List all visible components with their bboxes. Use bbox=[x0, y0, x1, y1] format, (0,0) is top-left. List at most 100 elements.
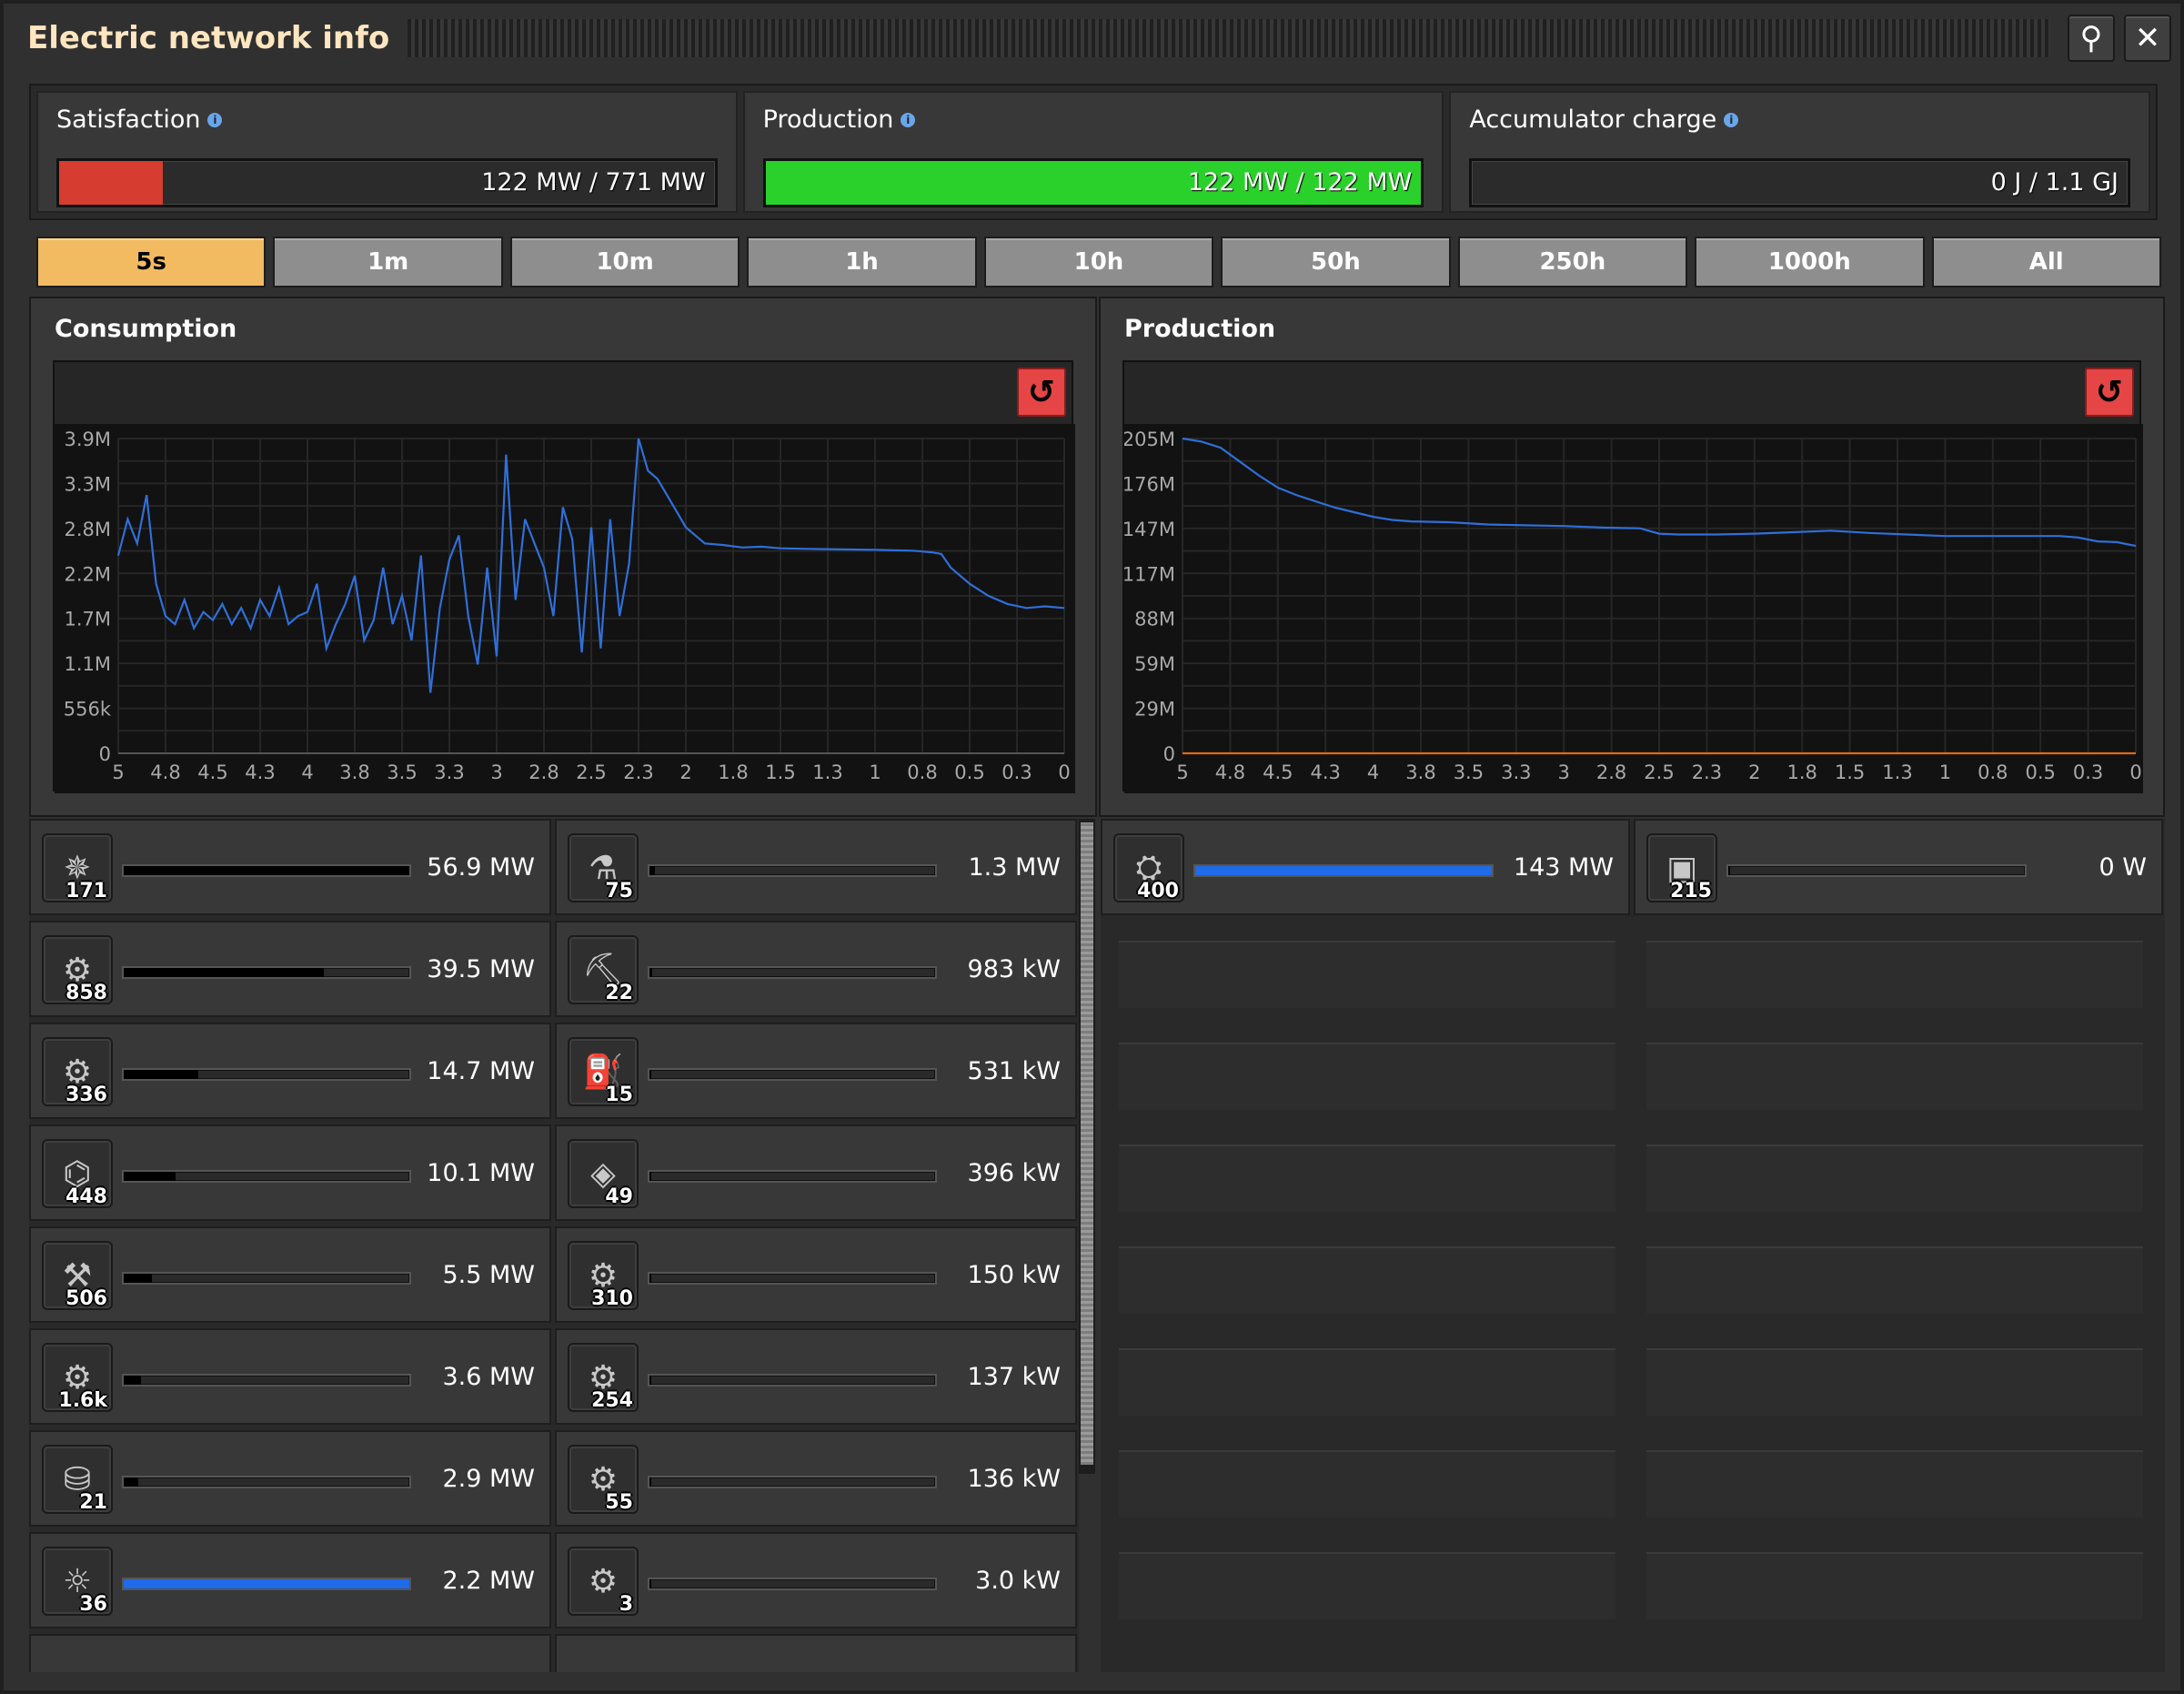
lamp-icon: ☼ 36 bbox=[42, 1547, 113, 1616]
drag-handle[interactable] bbox=[408, 19, 2049, 57]
entity-count: 310 bbox=[591, 1287, 633, 1310]
consumer-row[interactable]: ⛁ 21 2.9 MW bbox=[29, 1430, 551, 1527]
usage-bar-fill bbox=[649, 1070, 651, 1079]
consumption-reset-button[interactable]: ↺ bbox=[1017, 368, 1066, 417]
consumer-list[interactable]: ✵ 171 56.9 MW ⚗ 75 1.3 MW ⚙ 858 39.5 MW ⛏ 22 983 kW… bbox=[29, 819, 1079, 1672]
power-value: 10.1 MW bbox=[427, 1159, 535, 1187]
consumer-row[interactable]: ⚙ 1.6k 3.6 MW bbox=[29, 1328, 551, 1425]
steam-engine-icon: ⛭ 400 bbox=[1113, 833, 1184, 902]
y-tick-label: 59M bbox=[1134, 653, 1175, 675]
consumer-row[interactable]: ✵ 171 56.9 MW bbox=[29, 819, 551, 915]
stat-value: 122 MW / 122 MW bbox=[1187, 168, 1413, 197]
consumer-row[interactable]: ⛽ 15 531 kW bbox=[555, 1023, 1077, 1119]
info-icon[interactable]: i bbox=[1724, 112, 1739, 127]
usage-bar bbox=[648, 864, 937, 877]
consumer-row[interactable]: ⚙ 336 14.7 MW bbox=[29, 1023, 551, 1119]
usage-bar bbox=[122, 1476, 411, 1488]
consumer-scrollbar[interactable] bbox=[1079, 819, 1095, 1474]
producer-list[interactable]: ⛭ 400 143 MW ▣ 215 0 W bbox=[1101, 819, 2165, 1672]
tab-all[interactable]: All bbox=[1931, 237, 2161, 287]
tab-1h[interactable]: 1h bbox=[747, 237, 977, 287]
scrollbar-thumb[interactable] bbox=[1081, 822, 1093, 1465]
tab-10m[interactable]: 10m bbox=[509, 237, 740, 287]
usage-bar-fill bbox=[649, 1579, 651, 1588]
tab-250h[interactable]: 250h bbox=[1457, 237, 1688, 287]
x-tick-label: 0.8 bbox=[907, 761, 937, 783]
consumer-row[interactable]: ⛏ 22 983 kW bbox=[555, 921, 1077, 1017]
long-inserter-icon: ⚙ 310 bbox=[568, 1241, 639, 1310]
power-value: 56.9 MW bbox=[427, 853, 535, 882]
stat-bar: 122 MW / 771 MW bbox=[56, 158, 718, 207]
power-value: 2.2 MW bbox=[442, 1567, 535, 1595]
y-tick-label: 2.8M bbox=[64, 519, 111, 540]
usage-bar-fill bbox=[124, 1477, 138, 1487]
consumer-row[interactable]: ◈ 49 396 kW bbox=[555, 1124, 1077, 1221]
consumer-row[interactable]: ⚙ 858 39.5 MW bbox=[29, 921, 551, 1017]
y-tick-label: 29M bbox=[1134, 699, 1175, 721]
title-bar[interactable]: Electric network info ⚲ ✕ bbox=[4, 4, 2180, 73]
entity-count: 75 bbox=[605, 880, 633, 902]
y-tick-label: 176M bbox=[1124, 473, 1175, 495]
stack-inserter-icon: ⚙ 3 bbox=[568, 1547, 639, 1616]
lab-icon: ⌬ 448 bbox=[42, 1139, 113, 1208]
usage-bar-fill bbox=[124, 1172, 176, 1181]
consumer-row[interactable]: ⚙ 3 3.0 kW bbox=[555, 1532, 1077, 1628]
radar-icon: ✵ 171 bbox=[42, 833, 113, 902]
usage-bar-fill bbox=[124, 1376, 141, 1385]
consumption-plot: ↺ 3.9M 3.3M 2.8M 2.2M 1.7M 1.1M 556k 0 5 4.8 4.5 4.… bbox=[53, 360, 1075, 793]
tab-1000h[interactable]: 1000h bbox=[1695, 237, 1925, 287]
consumer-row[interactable]: ☼ 36 2.2 MW bbox=[29, 1532, 551, 1628]
y-tick-label: 3.3M bbox=[64, 473, 111, 495]
usage-bar bbox=[122, 1272, 411, 1285]
x-tick-label: 0 bbox=[1058, 761, 1070, 783]
production-panel: Production ↺ 205M 176M 147M 117M 88M 59M 29M 0 5… bbox=[1099, 297, 2165, 817]
producer-row[interactable]: ▣ 215 0 W bbox=[1634, 819, 2163, 915]
empty-slot bbox=[1646, 1043, 2143, 1110]
consumer-row[interactable]: ⚙ 254 137 kW bbox=[555, 1328, 1077, 1425]
x-tick-label: 1.3 bbox=[812, 761, 842, 783]
tab-5s[interactable]: 5s bbox=[36, 237, 267, 287]
consumer-row-partial[interactable] bbox=[29, 1634, 551, 1672]
consumer-row[interactable]: ⌬ 448 10.1 MW bbox=[29, 1124, 551, 1221]
consumer-row-partial[interactable] bbox=[555, 1634, 1077, 1672]
x-tick-label: 0.8 bbox=[1978, 761, 2008, 783]
entity-count: 49 bbox=[605, 1185, 633, 1208]
consumer-row[interactable]: ⚒ 506 5.5 MW bbox=[29, 1226, 551, 1323]
empty-slot bbox=[1119, 1144, 1615, 1212]
x-tick-label: 4.5 bbox=[197, 761, 227, 783]
consumer-row[interactable]: ⚗ 75 1.3 MW bbox=[555, 819, 1077, 915]
x-tick-label: 3 bbox=[490, 761, 502, 783]
y-tick-label: 556k bbox=[64, 699, 112, 721]
usage-bar bbox=[648, 1374, 937, 1386]
usage-bar bbox=[648, 1578, 937, 1590]
stat-bar-fill bbox=[59, 161, 163, 205]
power-value: 14.7 MW bbox=[427, 1057, 535, 1085]
info-icon[interactable]: i bbox=[207, 112, 223, 127]
usage-bar bbox=[122, 1374, 411, 1386]
tab-10h[interactable]: 10h bbox=[983, 237, 1214, 287]
icon-glyph: ⚙ bbox=[588, 1562, 619, 1600]
power-value: 136 kW bbox=[967, 1465, 1061, 1493]
producer-row[interactable]: ⛭ 400 143 MW bbox=[1101, 819, 1630, 915]
x-tick-label: 2.8 bbox=[1596, 761, 1626, 783]
consumer-row[interactable]: ⚙ 55 136 kW bbox=[555, 1430, 1077, 1527]
x-tick-label: 0.3 bbox=[1001, 761, 1032, 783]
info-icon[interactable]: i bbox=[901, 112, 916, 127]
consumer-row[interactable]: ⚙ 310 150 kW bbox=[555, 1226, 1077, 1323]
x-tick-label: 1.8 bbox=[718, 761, 748, 783]
tab-1m[interactable]: 1m bbox=[273, 237, 503, 287]
usage-bar bbox=[1193, 864, 1494, 877]
production-reset-button[interactable]: ↺ bbox=[2085, 368, 2134, 417]
power-value: 396 kW bbox=[967, 1159, 1061, 1187]
empty-slot bbox=[1646, 1552, 2143, 1619]
stat-label-text: Production bbox=[762, 106, 894, 134]
stat-bar: 0 J / 1.1 GJ bbox=[1469, 158, 2131, 207]
y-tick-label: 0 bbox=[1163, 743, 1175, 765]
entity-count: 22 bbox=[605, 982, 633, 1004]
usage-bar bbox=[648, 966, 937, 979]
power-value: 983 kW bbox=[967, 955, 1061, 983]
x-tick-label: 1.3 bbox=[1882, 761, 1912, 783]
close-button[interactable]: ✕ bbox=[2124, 15, 2171, 62]
search-button[interactable]: ⚲ bbox=[2068, 15, 2115, 62]
tab-50h[interactable]: 50h bbox=[1221, 237, 1451, 287]
